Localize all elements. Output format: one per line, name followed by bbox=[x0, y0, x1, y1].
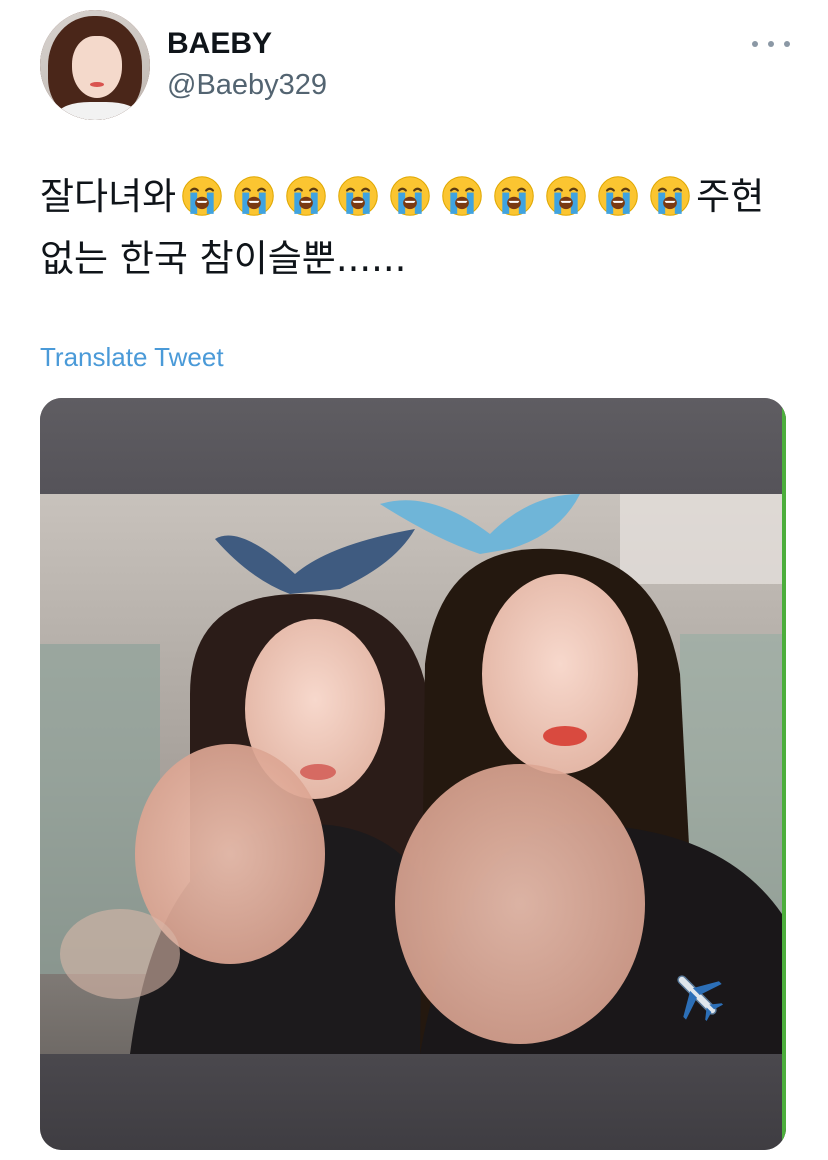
media-edge-strip bbox=[782, 398, 786, 1150]
loudly-crying-face-icon bbox=[338, 176, 378, 216]
person-right-lips bbox=[543, 726, 587, 746]
loudly-crying-face-icon bbox=[442, 176, 482, 216]
author-display-name[interactable]: BAEBY bbox=[167, 26, 272, 62]
loudly-crying-face-icon bbox=[650, 176, 690, 216]
avatar-shirt bbox=[58, 102, 138, 120]
author-handle[interactable]: @Baeby329 bbox=[167, 68, 327, 102]
more-dot-icon bbox=[784, 41, 790, 47]
loudly-crying-face-icon bbox=[598, 176, 638, 216]
tweet-text: 잘다녀와 주현 없는 한국 참이슬뿐...... bbox=[40, 166, 790, 290]
window-light bbox=[620, 494, 782, 584]
avatar-face bbox=[72, 36, 122, 98]
loudly-crying-face-icon bbox=[390, 176, 430, 216]
person-left-lips bbox=[300, 764, 336, 780]
more-options-button[interactable] bbox=[752, 30, 790, 58]
arm-blur bbox=[60, 909, 180, 999]
video-frame[interactable] bbox=[40, 494, 782, 1054]
more-dot-icon bbox=[768, 41, 774, 47]
right-waving-hand bbox=[395, 764, 645, 1044]
tweet-text-part-1: 잘다녀와 bbox=[40, 175, 177, 218]
loudly-crying-face-icon bbox=[286, 176, 326, 216]
loudly-crying-face-icon bbox=[546, 176, 586, 216]
author-avatar[interactable] bbox=[40, 10, 150, 120]
avatar-lips bbox=[90, 82, 104, 87]
translate-tweet-link[interactable]: Translate Tweet bbox=[40, 340, 224, 374]
more-dot-icon bbox=[752, 41, 758, 47]
loudly-crying-face-icon bbox=[234, 176, 274, 216]
loudly-crying-face-icon bbox=[494, 176, 534, 216]
media-letterbox-bottom bbox=[40, 1054, 786, 1150]
emoji-run bbox=[176, 175, 696, 218]
media-letterbox-top bbox=[40, 398, 786, 494]
loudly-crying-face-icon bbox=[182, 176, 222, 216]
tweet-media[interactable] bbox=[40, 398, 786, 1150]
airplane-icon bbox=[666, 964, 728, 1026]
